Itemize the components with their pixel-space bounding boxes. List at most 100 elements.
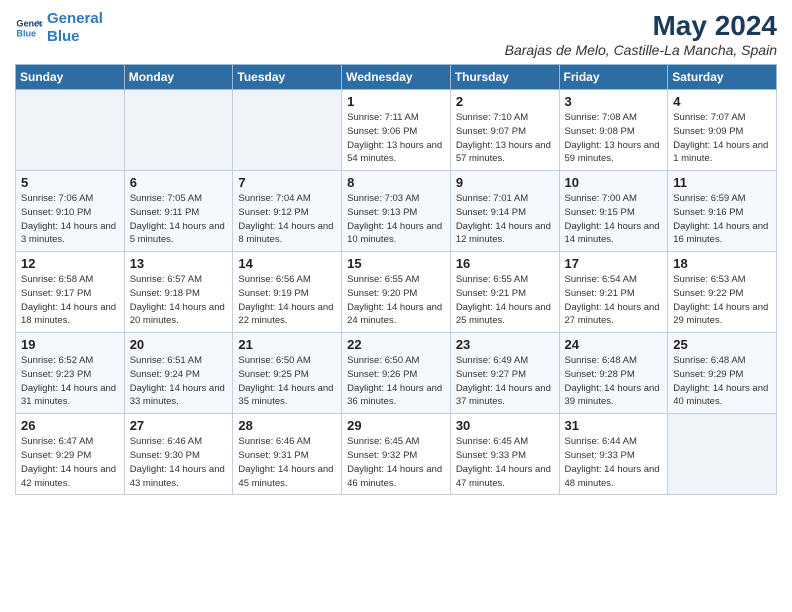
day-info: Sunrise: 6:54 AMSunset: 9:21 PMDaylight:… xyxy=(565,273,663,328)
day-number: 22 xyxy=(347,337,445,352)
day-info: Sunrise: 7:01 AMSunset: 9:14 PMDaylight:… xyxy=(456,192,554,247)
week-row-1: 1 Sunrise: 7:11 AMSunset: 9:06 PMDaylight… xyxy=(16,90,777,171)
day-number: 19 xyxy=(21,337,119,352)
day-cell: 16Sunrise: 6:55 AMSunset: 9:21 PMDayligh… xyxy=(450,252,559,333)
day-cell: 7Sunrise: 7:04 AMSunset: 9:12 PMDaylight… xyxy=(233,171,342,252)
day-number: 28 xyxy=(238,418,336,433)
week-row-4: 19Sunrise: 6:52 AMSunset: 9:23 PMDayligh… xyxy=(16,333,777,414)
day-cell xyxy=(233,90,342,171)
day-cell: 21 Sunrise: 6:50 AMSunset: 9:25 PMDayligh… xyxy=(233,333,342,414)
week-row-3: 12 Sunrise: 6:58 AMSunset: 9:17 PMDayligh… xyxy=(16,252,777,333)
day-cell: 23 Sunrise: 6:49 AMSunset: 9:27 PMDayligh… xyxy=(450,333,559,414)
day-number: 13 xyxy=(130,256,228,271)
day-info: Sunrise: 6:46 AMSunset: 9:31 PMDaylight:… xyxy=(238,435,336,490)
page-subtitle: Barajas de Melo, Castille-La Mancha, Spa… xyxy=(505,42,777,58)
day-number: 29 xyxy=(347,418,445,433)
day-info: Sunrise: 6:48 AMSunset: 9:29 PMDaylight:… xyxy=(673,354,771,409)
day-info: Sunrise: 6:56 AMSunset: 9:19 PMDaylight:… xyxy=(238,273,336,328)
day-cell: 9 Sunrise: 7:01 AMSunset: 9:14 PMDaylight… xyxy=(450,171,559,252)
day-info: Sunrise: 7:07 AMSunset: 9:09 PMDaylight:… xyxy=(673,111,771,166)
day-number: 23 xyxy=(456,337,554,352)
day-number: 30 xyxy=(456,418,554,433)
day-number: 16 xyxy=(456,256,554,271)
day-number: 25 xyxy=(673,337,771,352)
page-title: May 2024 xyxy=(505,10,777,42)
day-info: Sunrise: 6:45 AMSunset: 9:33 PMDaylight:… xyxy=(456,435,554,490)
day-cell: 22 Sunrise: 6:50 AMSunset: 9:26 PMDayligh… xyxy=(342,333,451,414)
day-info: Sunrise: 6:44 AMSunset: 9:33 PMDaylight:… xyxy=(565,435,663,490)
day-cell: 5 Sunrise: 7:06 AMSunset: 9:10 PMDaylight… xyxy=(16,171,125,252)
logo-line1: General xyxy=(47,10,103,27)
weekday-header-sunday: Sunday xyxy=(16,65,125,90)
week-row-2: 5 Sunrise: 7:06 AMSunset: 9:10 PMDaylight… xyxy=(16,171,777,252)
day-cell: 14Sunrise: 6:56 AMSunset: 9:19 PMDayligh… xyxy=(233,252,342,333)
day-number: 18 xyxy=(673,256,771,271)
day-info: Sunrise: 6:50 AMSunset: 9:26 PMDaylight:… xyxy=(347,354,445,409)
day-cell: 24Sunrise: 6:48 AMSunset: 9:28 PMDayligh… xyxy=(559,333,668,414)
day-cell: 2Sunrise: 7:10 AMSunset: 9:07 PMDaylight… xyxy=(450,90,559,171)
day-info: Sunrise: 6:57 AMSunset: 9:18 PMDaylight:… xyxy=(130,273,228,328)
day-cell: 31 Sunrise: 6:44 AMSunset: 9:33 PMDayligh… xyxy=(559,414,668,495)
day-cell: 19Sunrise: 6:52 AMSunset: 9:23 PMDayligh… xyxy=(16,333,125,414)
day-cell: 18 Sunrise: 6:53 AMSunset: 9:22 PMDayligh… xyxy=(668,252,777,333)
day-number: 24 xyxy=(565,337,663,352)
day-cell: 20Sunrise: 6:51 AMSunset: 9:24 PMDayligh… xyxy=(124,333,233,414)
day-info: Sunrise: 7:05 AMSunset: 9:11 PMDaylight:… xyxy=(130,192,228,247)
weekday-header-tuesday: Tuesday xyxy=(233,65,342,90)
title-block: May 2024 Barajas de Melo, Castille-La Ma… xyxy=(505,10,777,58)
day-info: Sunrise: 7:04 AMSunset: 9:12 PMDaylight:… xyxy=(238,192,336,247)
day-number: 4 xyxy=(673,94,771,109)
day-cell: 26Sunrise: 6:47 AMSunset: 9:29 PMDayligh… xyxy=(16,414,125,495)
day-cell: 12 Sunrise: 6:58 AMSunset: 9:17 PMDayligh… xyxy=(16,252,125,333)
day-info: Sunrise: 6:45 AMSunset: 9:32 PMDaylight:… xyxy=(347,435,445,490)
day-number: 9 xyxy=(456,175,554,190)
day-info: Sunrise: 6:46 AMSunset: 9:30 PMDaylight:… xyxy=(130,435,228,490)
day-number: 17 xyxy=(565,256,663,271)
day-info: Sunrise: 6:49 AMSunset: 9:27 PMDaylight:… xyxy=(456,354,554,409)
svg-text:Blue: Blue xyxy=(16,28,36,38)
day-cell: 25 Sunrise: 6:48 AMSunset: 9:29 PMDayligh… xyxy=(668,333,777,414)
day-info: Sunrise: 7:11 AMSunset: 9:06 PMDaylight:… xyxy=(347,111,445,166)
calendar-table: SundayMondayTuesdayWednesdayThursdayFrid… xyxy=(15,64,777,495)
day-number: 5 xyxy=(21,175,119,190)
day-number: 8 xyxy=(347,175,445,190)
day-cell: 1 Sunrise: 7:11 AMSunset: 9:06 PMDaylight… xyxy=(342,90,451,171)
day-info: Sunrise: 6:47 AMSunset: 9:29 PMDaylight:… xyxy=(21,435,119,490)
week-row-5: 26Sunrise: 6:47 AMSunset: 9:29 PMDayligh… xyxy=(16,414,777,495)
day-cell: 27Sunrise: 6:46 AMSunset: 9:30 PMDayligh… xyxy=(124,414,233,495)
day-info: Sunrise: 6:55 AMSunset: 9:20 PMDaylight:… xyxy=(347,273,445,328)
weekday-header-row: SundayMondayTuesdayWednesdayThursdayFrid… xyxy=(16,65,777,90)
day-number: 1 xyxy=(347,94,445,109)
logo-line2: Blue xyxy=(47,28,80,45)
day-cell: 15 Sunrise: 6:55 AMSunset: 9:20 PMDayligh… xyxy=(342,252,451,333)
day-cell: 29 Sunrise: 6:45 AMSunset: 9:32 PMDayligh… xyxy=(342,414,451,495)
weekday-header-saturday: Saturday xyxy=(668,65,777,90)
day-cell: 11Sunrise: 6:59 AMSunset: 9:16 PMDayligh… xyxy=(668,171,777,252)
day-info: Sunrise: 6:58 AMSunset: 9:17 PMDaylight:… xyxy=(21,273,119,328)
day-number: 15 xyxy=(347,256,445,271)
day-number: 31 xyxy=(565,418,663,433)
day-cell: 28 Sunrise: 6:46 AMSunset: 9:31 PMDayligh… xyxy=(233,414,342,495)
page-header: General Blue General Blue May 2024 Baraj… xyxy=(15,10,777,58)
day-cell: 30 Sunrise: 6:45 AMSunset: 9:33 PMDayligh… xyxy=(450,414,559,495)
day-number: 12 xyxy=(21,256,119,271)
day-number: 2 xyxy=(456,94,554,109)
day-cell: 13 Sunrise: 6:57 AMSunset: 9:18 PMDayligh… xyxy=(124,252,233,333)
day-number: 6 xyxy=(130,175,228,190)
day-number: 3 xyxy=(565,94,663,109)
day-cell xyxy=(668,414,777,495)
day-info: Sunrise: 6:53 AMSunset: 9:22 PMDaylight:… xyxy=(673,273,771,328)
day-cell: 10Sunrise: 7:00 AMSunset: 9:15 PMDayligh… xyxy=(559,171,668,252)
day-cell xyxy=(16,90,125,171)
weekday-header-thursday: Thursday xyxy=(450,65,559,90)
day-info: Sunrise: 7:08 AMSunset: 9:08 PMDaylight:… xyxy=(565,111,663,166)
day-info: Sunrise: 6:50 AMSunset: 9:25 PMDaylight:… xyxy=(238,354,336,409)
day-number: 20 xyxy=(130,337,228,352)
day-info: Sunrise: 7:03 AMSunset: 9:13 PMDaylight:… xyxy=(347,192,445,247)
day-cell: 8 Sunrise: 7:03 AMSunset: 9:13 PMDaylight… xyxy=(342,171,451,252)
day-number: 21 xyxy=(238,337,336,352)
day-info: Sunrise: 6:59 AMSunset: 9:16 PMDaylight:… xyxy=(673,192,771,247)
weekday-header-monday: Monday xyxy=(124,65,233,90)
day-info: Sunrise: 7:06 AMSunset: 9:10 PMDaylight:… xyxy=(21,192,119,247)
weekday-header-wednesday: Wednesday xyxy=(342,65,451,90)
